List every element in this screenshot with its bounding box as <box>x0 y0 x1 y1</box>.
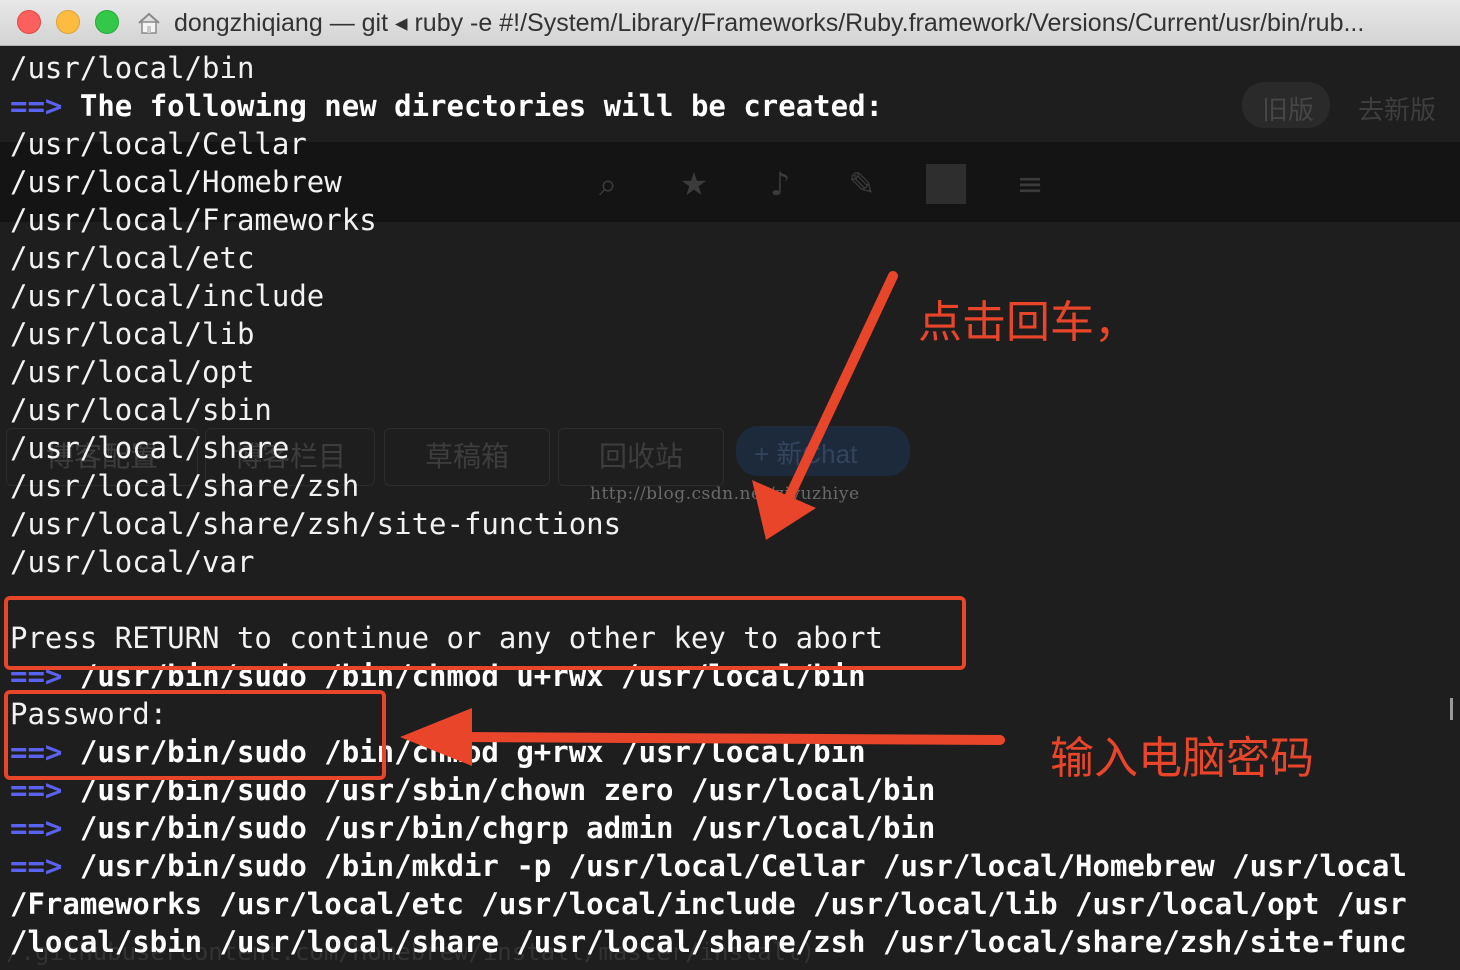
press-return-annotation: 点击回车， <box>918 297 1138 348</box>
annotation-arrows <box>400 271 1005 766</box>
arrow-to-press-return <box>752 271 898 540</box>
password-annotation: 输入电脑密码 <box>1050 733 1314 784</box>
arrow-to-password <box>400 708 1005 766</box>
